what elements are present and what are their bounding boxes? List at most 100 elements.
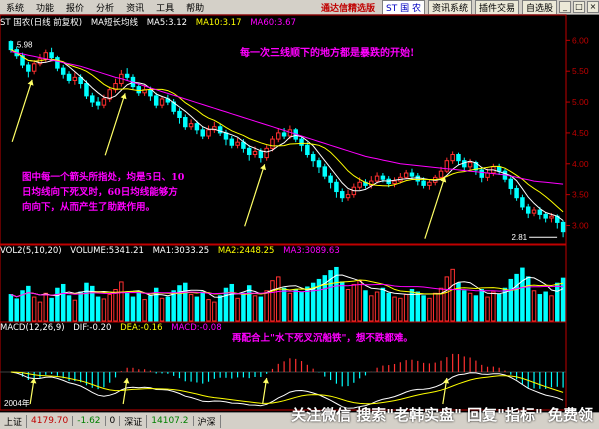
- candle-body: [177, 110, 182, 118]
- volume-bar: [491, 291, 496, 322]
- volume-bar: [55, 287, 60, 322]
- candle-body: [508, 178, 514, 189]
- volume-bar: [421, 295, 426, 322]
- candle-body: [322, 166, 328, 177]
- volume-bar: [130, 296, 136, 322]
- candle-body: [55, 57, 60, 69]
- volume-bar: [467, 292, 473, 322]
- candle-body: [345, 194, 351, 199]
- volume-bar: [235, 297, 240, 322]
- dea-line: [10, 371, 564, 405]
- volume-bar: [60, 283, 66, 322]
- candle-body: [136, 86, 142, 94]
- volume-bar: [473, 295, 479, 322]
- volume-bar: [188, 294, 194, 322]
- volume-bar: [427, 297, 432, 322]
- volume-bar: [549, 295, 554, 322]
- candle-body: [183, 116, 188, 128]
- volume-bar: [37, 301, 43, 322]
- volume-bar: [264, 290, 269, 322]
- candle-body: [549, 215, 554, 219]
- volume-bar: [43, 292, 49, 322]
- candle-body: [84, 83, 89, 97]
- volume-bar: [159, 297, 165, 322]
- volume-bar: [363, 290, 368, 322]
- candle-body: [281, 132, 287, 137]
- volume-bar: [142, 299, 147, 322]
- candle-body: [60, 67, 66, 75]
- price-arrow: [244, 164, 266, 227]
- volume-bar: [374, 291, 380, 322]
- candle-body: [328, 175, 333, 183]
- candle-body: [560, 221, 566, 233]
- volume-bar: [462, 290, 467, 322]
- volume-bar: [31, 296, 37, 322]
- volume-bar: [281, 287, 287, 322]
- volume-bar: [299, 291, 304, 322]
- volume-bar: [136, 291, 142, 322]
- volume-bar: [293, 289, 298, 322]
- volume-bar: [171, 290, 176, 322]
- candle-body: [72, 76, 78, 81]
- candle-body: [357, 181, 362, 188]
- candle-body: [90, 95, 95, 103]
- candle-body: [276, 132, 281, 140]
- volume-bar: [531, 290, 537, 322]
- volume-bar: [339, 281, 345, 322]
- candle-body: [543, 213, 548, 219]
- volume-bar: [525, 276, 531, 322]
- volume-bar: [72, 299, 78, 322]
- candle-body: [438, 170, 444, 178]
- volume-bar: [403, 294, 409, 322]
- volume-bar: [107, 294, 112, 322]
- candle-body: [305, 144, 310, 156]
- volume-bar: [432, 292, 438, 322]
- candle-body: [235, 141, 240, 146]
- volume-bar: [287, 292, 293, 322]
- macd-arrow-head: [123, 378, 130, 384]
- candle-body: [31, 63, 37, 72]
- candle-body: [421, 180, 426, 186]
- volume-bar: [508, 278, 514, 322]
- annotation-left-line2: 日均线向下死叉时，60日均线能够方: [22, 187, 178, 198]
- price-arrow: [104, 93, 126, 156]
- volume-bar: [258, 296, 264, 322]
- candle-body: [264, 147, 269, 159]
- candle-body: [26, 64, 31, 72]
- candle-body: [444, 160, 450, 172]
- volume-bar: [398, 297, 403, 322]
- volume-bar: [183, 282, 188, 322]
- volume-bar: [206, 299, 211, 322]
- candle-body: [479, 169, 484, 178]
- candle-body: [299, 138, 304, 146]
- price-arrow: [11, 79, 33, 142]
- candle-body: [66, 73, 72, 81]
- sz-index-value: 14107.2: [147, 416, 194, 426]
- price-axis-label: 3.00: [572, 220, 589, 230]
- volume-bar: [49, 297, 54, 322]
- volume-bar: [479, 289, 484, 322]
- sh-index-change: -1.62: [73, 416, 106, 426]
- candle-body: [456, 154, 461, 162]
- candle-body: [246, 147, 252, 156]
- annotation-left-line1: 图中每一个箭头所指处，均是5日、10: [22, 172, 185, 183]
- volume-bar: [229, 283, 235, 322]
- candle-body: [316, 160, 322, 168]
- candle-body: [392, 180, 397, 185]
- candle-body: [339, 191, 345, 199]
- volume-bar: [165, 296, 171, 322]
- candle-body: [467, 162, 473, 168]
- volume-bar: [212, 301, 217, 322]
- volume-bar: [392, 296, 397, 322]
- volume-bar: [444, 276, 450, 322]
- candle-body: [200, 129, 205, 137]
- candle-body: [450, 154, 455, 162]
- candle-body: [49, 52, 54, 59]
- volume-bar: [252, 295, 258, 322]
- volume-bar: [241, 292, 246, 322]
- volume-bar: [514, 273, 519, 322]
- volume-bar: [380, 287, 386, 322]
- candle-body: [374, 175, 380, 182]
- volume-bar: [200, 291, 205, 322]
- volume-bar: [345, 289, 351, 322]
